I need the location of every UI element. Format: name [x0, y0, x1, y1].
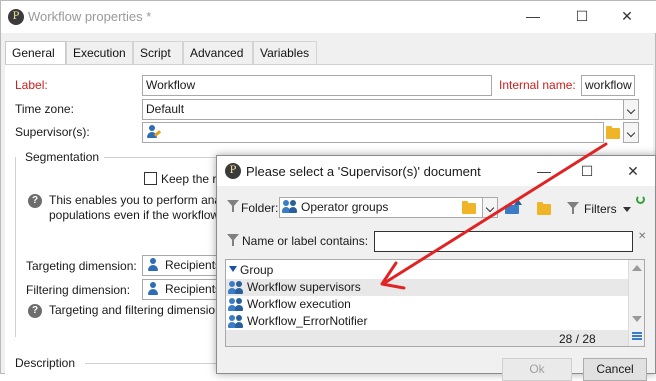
folder-label: Folder:	[241, 201, 279, 215]
filters-dropdown-icon[interactable]	[623, 207, 631, 212]
dialog-minimize-button[interactable]: —	[524, 156, 564, 186]
window-title: Workflow properties *	[28, 9, 152, 24]
group-row-icon	[228, 298, 244, 312]
filters-button[interactable]: Filters	[584, 202, 617, 216]
tab-advanced[interactable]: Advanced	[183, 41, 253, 65]
list-item[interactable]: Workflow_ErrorNotifier	[226, 313, 630, 330]
select-supervisor-dialog: P Please select a 'Supervisor(s)' docume…	[216, 155, 656, 381]
title-bar: P Workflow properties * — ☐ ✕	[1, 1, 656, 33]
refresh-icon[interactable]	[636, 195, 645, 204]
internal-name-input[interactable]: workflow	[581, 75, 635, 96]
folder-filter-icon	[227, 200, 239, 212]
info-icon: ?	[28, 194, 42, 208]
label-input[interactable]: Workflow	[142, 75, 492, 96]
group-list[interactable]: Group Workflow supervisors Workflow exec…	[225, 259, 645, 347]
supervisors-dropdown-button[interactable]	[623, 122, 639, 143]
timezone-dropdown-button[interactable]	[623, 99, 639, 120]
dialog-app-logo-icon: P	[225, 163, 241, 179]
name-filter-icon	[227, 234, 239, 246]
navigate-up-icon[interactable]	[505, 199, 523, 215]
dialog-title: Please select a 'Supervisor(s)' document	[246, 164, 481, 179]
clear-filter-icon[interactable]: ✕	[638, 231, 646, 242]
tab-general[interactable]: General	[5, 41, 66, 66]
group-column-header[interactable]: Group	[240, 263, 273, 277]
list-item-label: Workflow_ErrorNotifier	[247, 314, 368, 328]
list-item[interactable]: Workflow execution	[226, 296, 630, 313]
sort-descending-icon[interactable]	[229, 266, 237, 272]
name-filter-label: Name or label contains:	[242, 234, 369, 248]
timezone-select[interactable]: Default	[142, 99, 624, 120]
internal-name-label: Internal name:	[499, 78, 576, 92]
segmentation-info-line-1: This enables you to perform ana	[49, 193, 222, 207]
targeting-dimension-label: Targeting dimension:	[26, 259, 137, 273]
supervisors-input[interactable]	[142, 122, 604, 143]
dialog-close-button[interactable]: ✕	[613, 156, 653, 186]
dialog-maximize-button[interactable]: ☐	[567, 156, 607, 186]
cancel-button[interactable]: Cancel	[583, 358, 647, 381]
tab-variables[interactable]: Variables	[253, 41, 317, 65]
record-count: 28 / 28	[559, 332, 596, 346]
segmentation-frame-left	[15, 157, 16, 337]
filtering-dimension-label: Filtering dimension:	[26, 283, 131, 297]
targeting-info-text: Targeting and filtering dimensio	[49, 303, 216, 317]
dialog-title-bar: P Please select a 'Supervisor(s)' docume…	[217, 156, 655, 186]
filtering-recipient-icon	[147, 282, 159, 296]
segmentation-info-line-2: populations even if the workflow	[49, 208, 220, 222]
minimize-button[interactable]: —	[513, 1, 553, 31]
tab-script[interactable]: Script	[133, 41, 183, 65]
app-logo-icon: P	[8, 9, 24, 25]
list-item-label: Workflow execution	[247, 297, 351, 311]
targeting-recipient-icon	[147, 258, 159, 272]
open-folder-icon[interactable]	[537, 202, 551, 215]
scroll-up-arrow-icon[interactable]	[632, 265, 642, 271]
maximize-button[interactable]: ☐	[562, 1, 602, 31]
list-item-label: Workflow supervisors	[247, 280, 361, 294]
folder-browse-icon[interactable]	[462, 201, 476, 214]
folder-group-icon	[282, 200, 298, 214]
description-divider	[85, 363, 217, 364]
name-filter-input[interactable]	[374, 231, 633, 252]
description-heading: Description	[15, 356, 76, 370]
list-item[interactable]: Workflow supervisors	[226, 279, 630, 296]
targeting-info-icon: ?	[28, 304, 42, 318]
filters-icon	[567, 202, 579, 214]
group-row-icon	[228, 315, 244, 329]
keep-results-checkbox[interactable]	[144, 172, 157, 185]
group-row-icon	[228, 281, 244, 295]
close-button[interactable]: ✕	[607, 1, 647, 31]
list-menu-icon[interactable]	[632, 332, 642, 340]
list-scrollbar[interactable]	[628, 260, 644, 346]
scroll-down-arrow-icon[interactable]	[632, 316, 642, 322]
timezone-label: Time zone:	[15, 102, 74, 116]
supervisors-label: Supervisor(s):	[15, 125, 90, 139]
folder-dropdown-button[interactable]	[482, 197, 498, 218]
filtering-dimension-value: Recipients	[165, 282, 222, 296]
keep-results-label: Keep the re	[161, 172, 224, 186]
folder-select[interactable]: Operator groups	[279, 197, 483, 218]
tab-execution[interactable]: Execution	[66, 41, 133, 65]
ok-button[interactable]: Ok	[502, 358, 572, 381]
supervisors-folder-icon[interactable]	[606, 126, 620, 139]
label-field-label: Label:	[15, 78, 48, 92]
segmentation-heading: Segmentation	[25, 150, 100, 164]
targeting-dimension-value: Recipients	[165, 258, 222, 272]
folder-value: Operator groups	[301, 200, 389, 214]
segmentation-divider	[104, 157, 217, 158]
